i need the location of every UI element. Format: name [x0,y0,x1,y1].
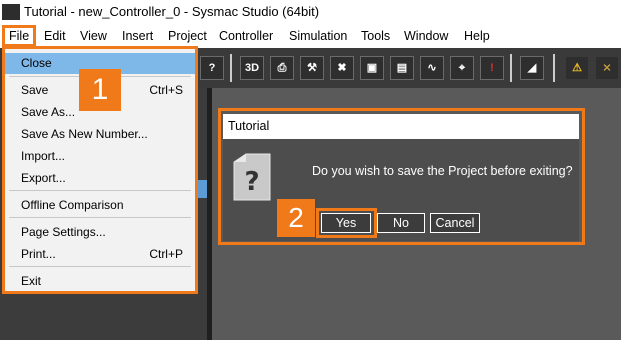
toolbar-separator [510,54,512,82]
menu-separator [9,217,191,218]
menu-item-import[interactable]: Import... [5,146,195,167]
help-icon[interactable]: ? [200,56,224,80]
dialog-message: Do you wish to save the Project before e… [312,164,573,178]
menu-item-print[interactable]: Print... Ctrl+P [5,244,195,265]
svg-text:?: ? [244,167,259,197]
menu-window[interactable]: Window [404,29,448,43]
menu-help[interactable]: Help [464,29,490,43]
alarm-icon[interactable]: ! [480,56,504,80]
toolbar-separator [553,54,555,82]
build-icon[interactable]: ⚒ [300,56,324,80]
3d-view-icon[interactable]: 3D [240,56,264,80]
menu-item-export[interactable]: Export... [5,168,195,189]
app-icon [2,4,20,20]
menu-simulation[interactable]: Simulation [289,29,347,43]
menu-item-offline-comparison[interactable]: Offline Comparison [5,195,195,216]
watch-icon[interactable]: ▣ [360,56,384,80]
offline-icon[interactable]: ⨯ [595,56,619,80]
menu-edit[interactable]: Edit [44,29,66,43]
shortcut-save: Ctrl+S [149,83,183,97]
menu-item-exit[interactable]: Exit [5,271,195,292]
oscilloscope-icon[interactable]: ∿ [420,56,444,80]
menu-controller[interactable]: Controller [219,29,273,43]
toolbar-separator [230,54,232,82]
question-document-icon: ? [233,153,271,201]
pane-splitter[interactable] [207,88,212,340]
menu-tools[interactable]: Tools [361,29,390,43]
shortcut-print: Ctrl+P [149,247,183,261]
menu-item-save-as-new-number[interactable]: Save As New Number... [5,124,195,145]
data-trace-icon[interactable]: ▤ [390,56,414,80]
menu-separator [9,266,191,267]
dialog-title: Tutorial [228,119,270,133]
cross-reference-icon[interactable]: ✖ [330,56,354,80]
yes-button-highlight [316,208,377,238]
menu-separator [9,190,191,191]
step-badge-1: 1 [79,69,121,111]
warning-icon[interactable]: ⚠ [565,56,589,80]
step-badge-2: 2 [277,199,315,237]
menu-project[interactable]: Project [168,29,207,43]
dialog-title-bar: Tutorial [223,114,579,139]
menu-item-page-settings[interactable]: Page Settings... [5,222,195,243]
transfer-icon[interactable]: ⎙ [270,56,294,80]
no-button[interactable]: No [377,213,425,233]
menu-bar: File Edit View Insert Project Controller… [0,26,621,48]
cancel-button[interactable]: Cancel [430,213,480,233]
search-icon[interactable]: ⌖ [450,56,474,80]
menu-insert[interactable]: Insert [122,29,153,43]
title-bar: Tutorial - new_Controller_0 - Sysmac Stu… [0,0,621,26]
filter-icon[interactable]: ◢ [520,56,544,80]
file-menu-highlight [2,25,36,47]
menu-view[interactable]: View [80,29,107,43]
window-title: Tutorial - new_Controller_0 - Sysmac Stu… [24,4,320,19]
